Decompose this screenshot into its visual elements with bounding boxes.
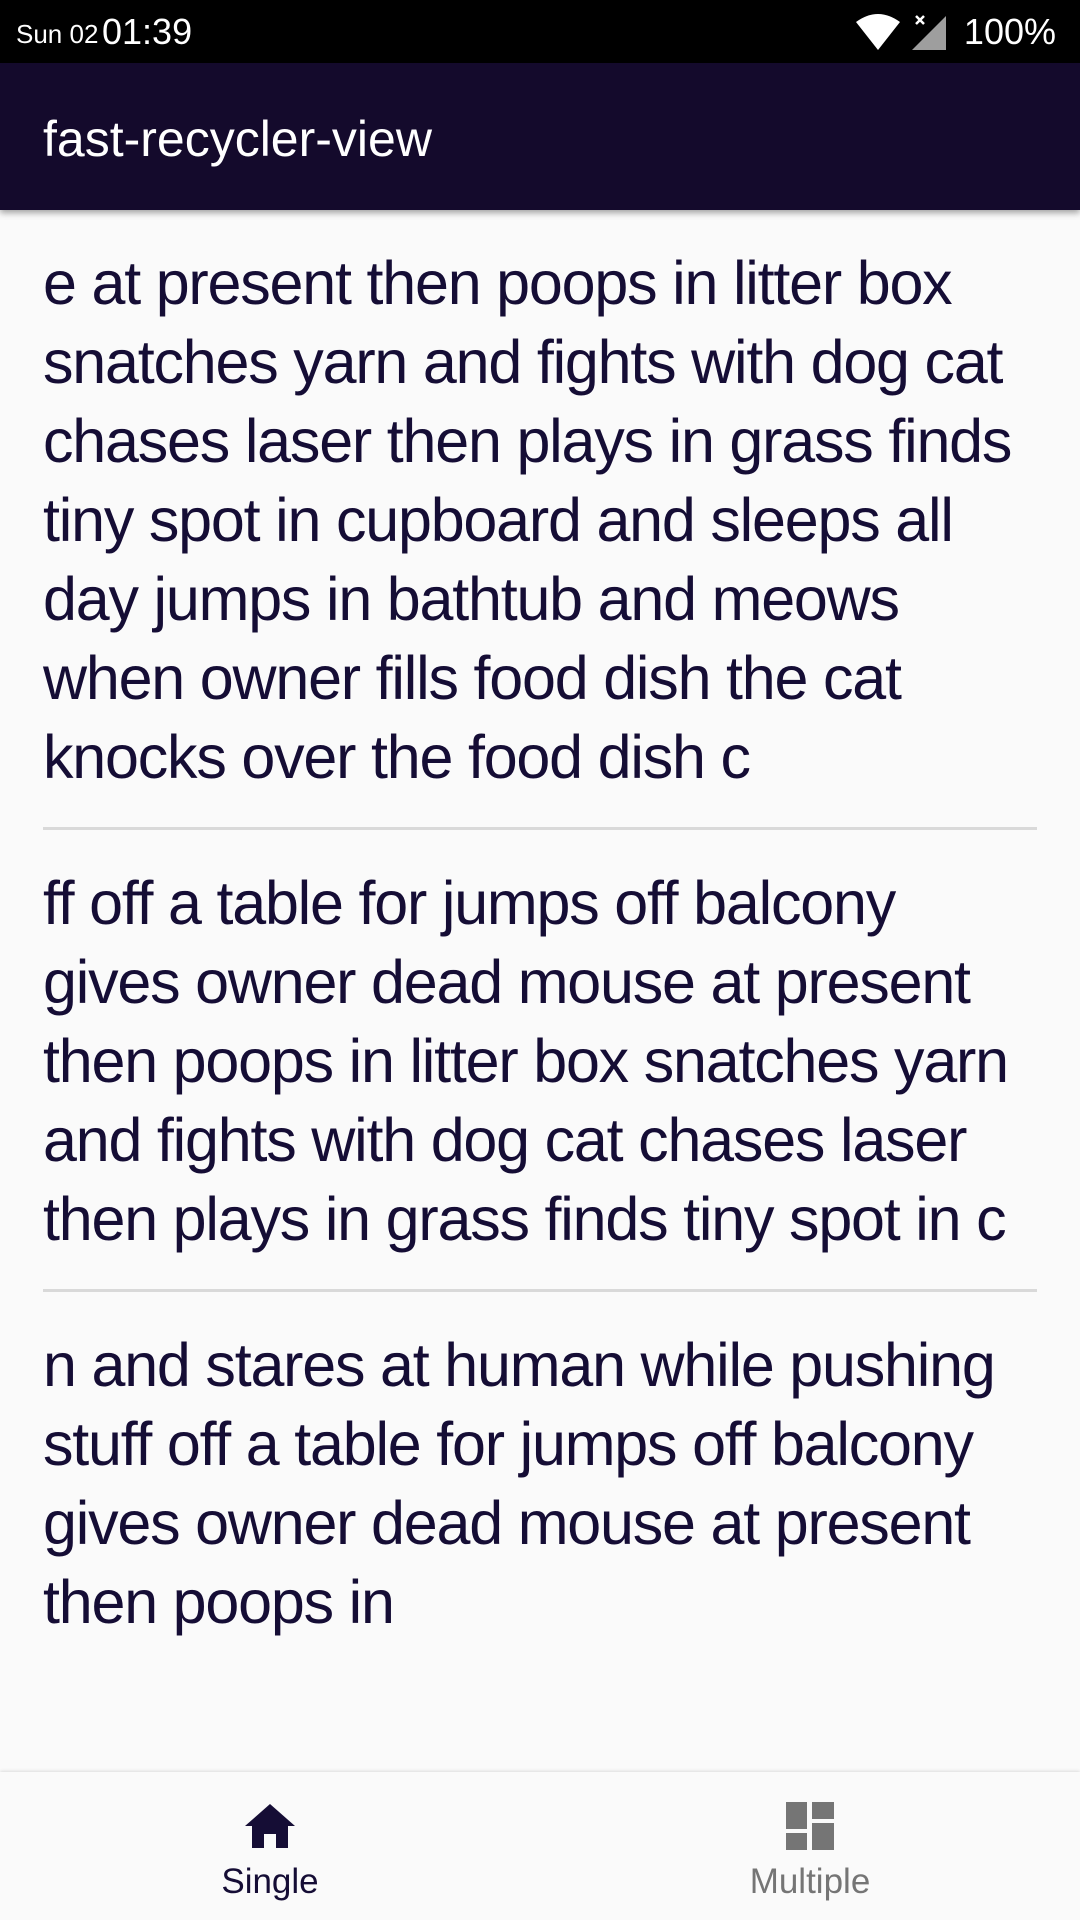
- wifi-icon: [854, 12, 902, 52]
- cellular-signal-icon: [910, 12, 950, 52]
- nav-item-label: Single: [221, 1862, 319, 1901]
- status-icons: 100%: [854, 8, 1056, 56]
- bottom-navigation: Single Multiple: [0, 1772, 1080, 1920]
- recycler-list[interactable]: e at present then poops in litter box sn…: [0, 210, 1080, 1772]
- screen: Sun 02 01:39 100% fast-recycler-view e a…: [0, 0, 1080, 1920]
- nav-item-single[interactable]: Single: [0, 1772, 540, 1920]
- status-bar: Sun 02 01:39 100%: [0, 0, 1080, 63]
- battery-percentage: 100%: [963, 11, 1056, 52]
- dashboard-icon: [785, 1798, 835, 1854]
- app-bar: fast-recycler-view: [0, 63, 1080, 210]
- list-item-text: ff off a table for jumps off balcony giv…: [43, 869, 1009, 1253]
- list-item[interactable]: n and stares at human while pushing stuf…: [0, 1292, 1080, 1672]
- list-item-text: e at present then poops in litter box sn…: [43, 249, 1012, 791]
- list-item[interactable]: ff off a table for jumps off balcony giv…: [0, 830, 1080, 1289]
- app-title: fast-recycler-view: [43, 111, 432, 167]
- status-date: Sun 02: [16, 19, 99, 49]
- list-item[interactable]: e at present then poops in litter box sn…: [0, 210, 1080, 827]
- home-icon: [243, 1798, 297, 1854]
- list-item-text: n and stares at human while pushing stuf…: [43, 1331, 996, 1636]
- nav-item-label: Multiple: [749, 1862, 871, 1901]
- status-time: 01:39: [102, 11, 193, 52]
- nav-item-multiple[interactable]: Multiple: [540, 1772, 1080, 1920]
